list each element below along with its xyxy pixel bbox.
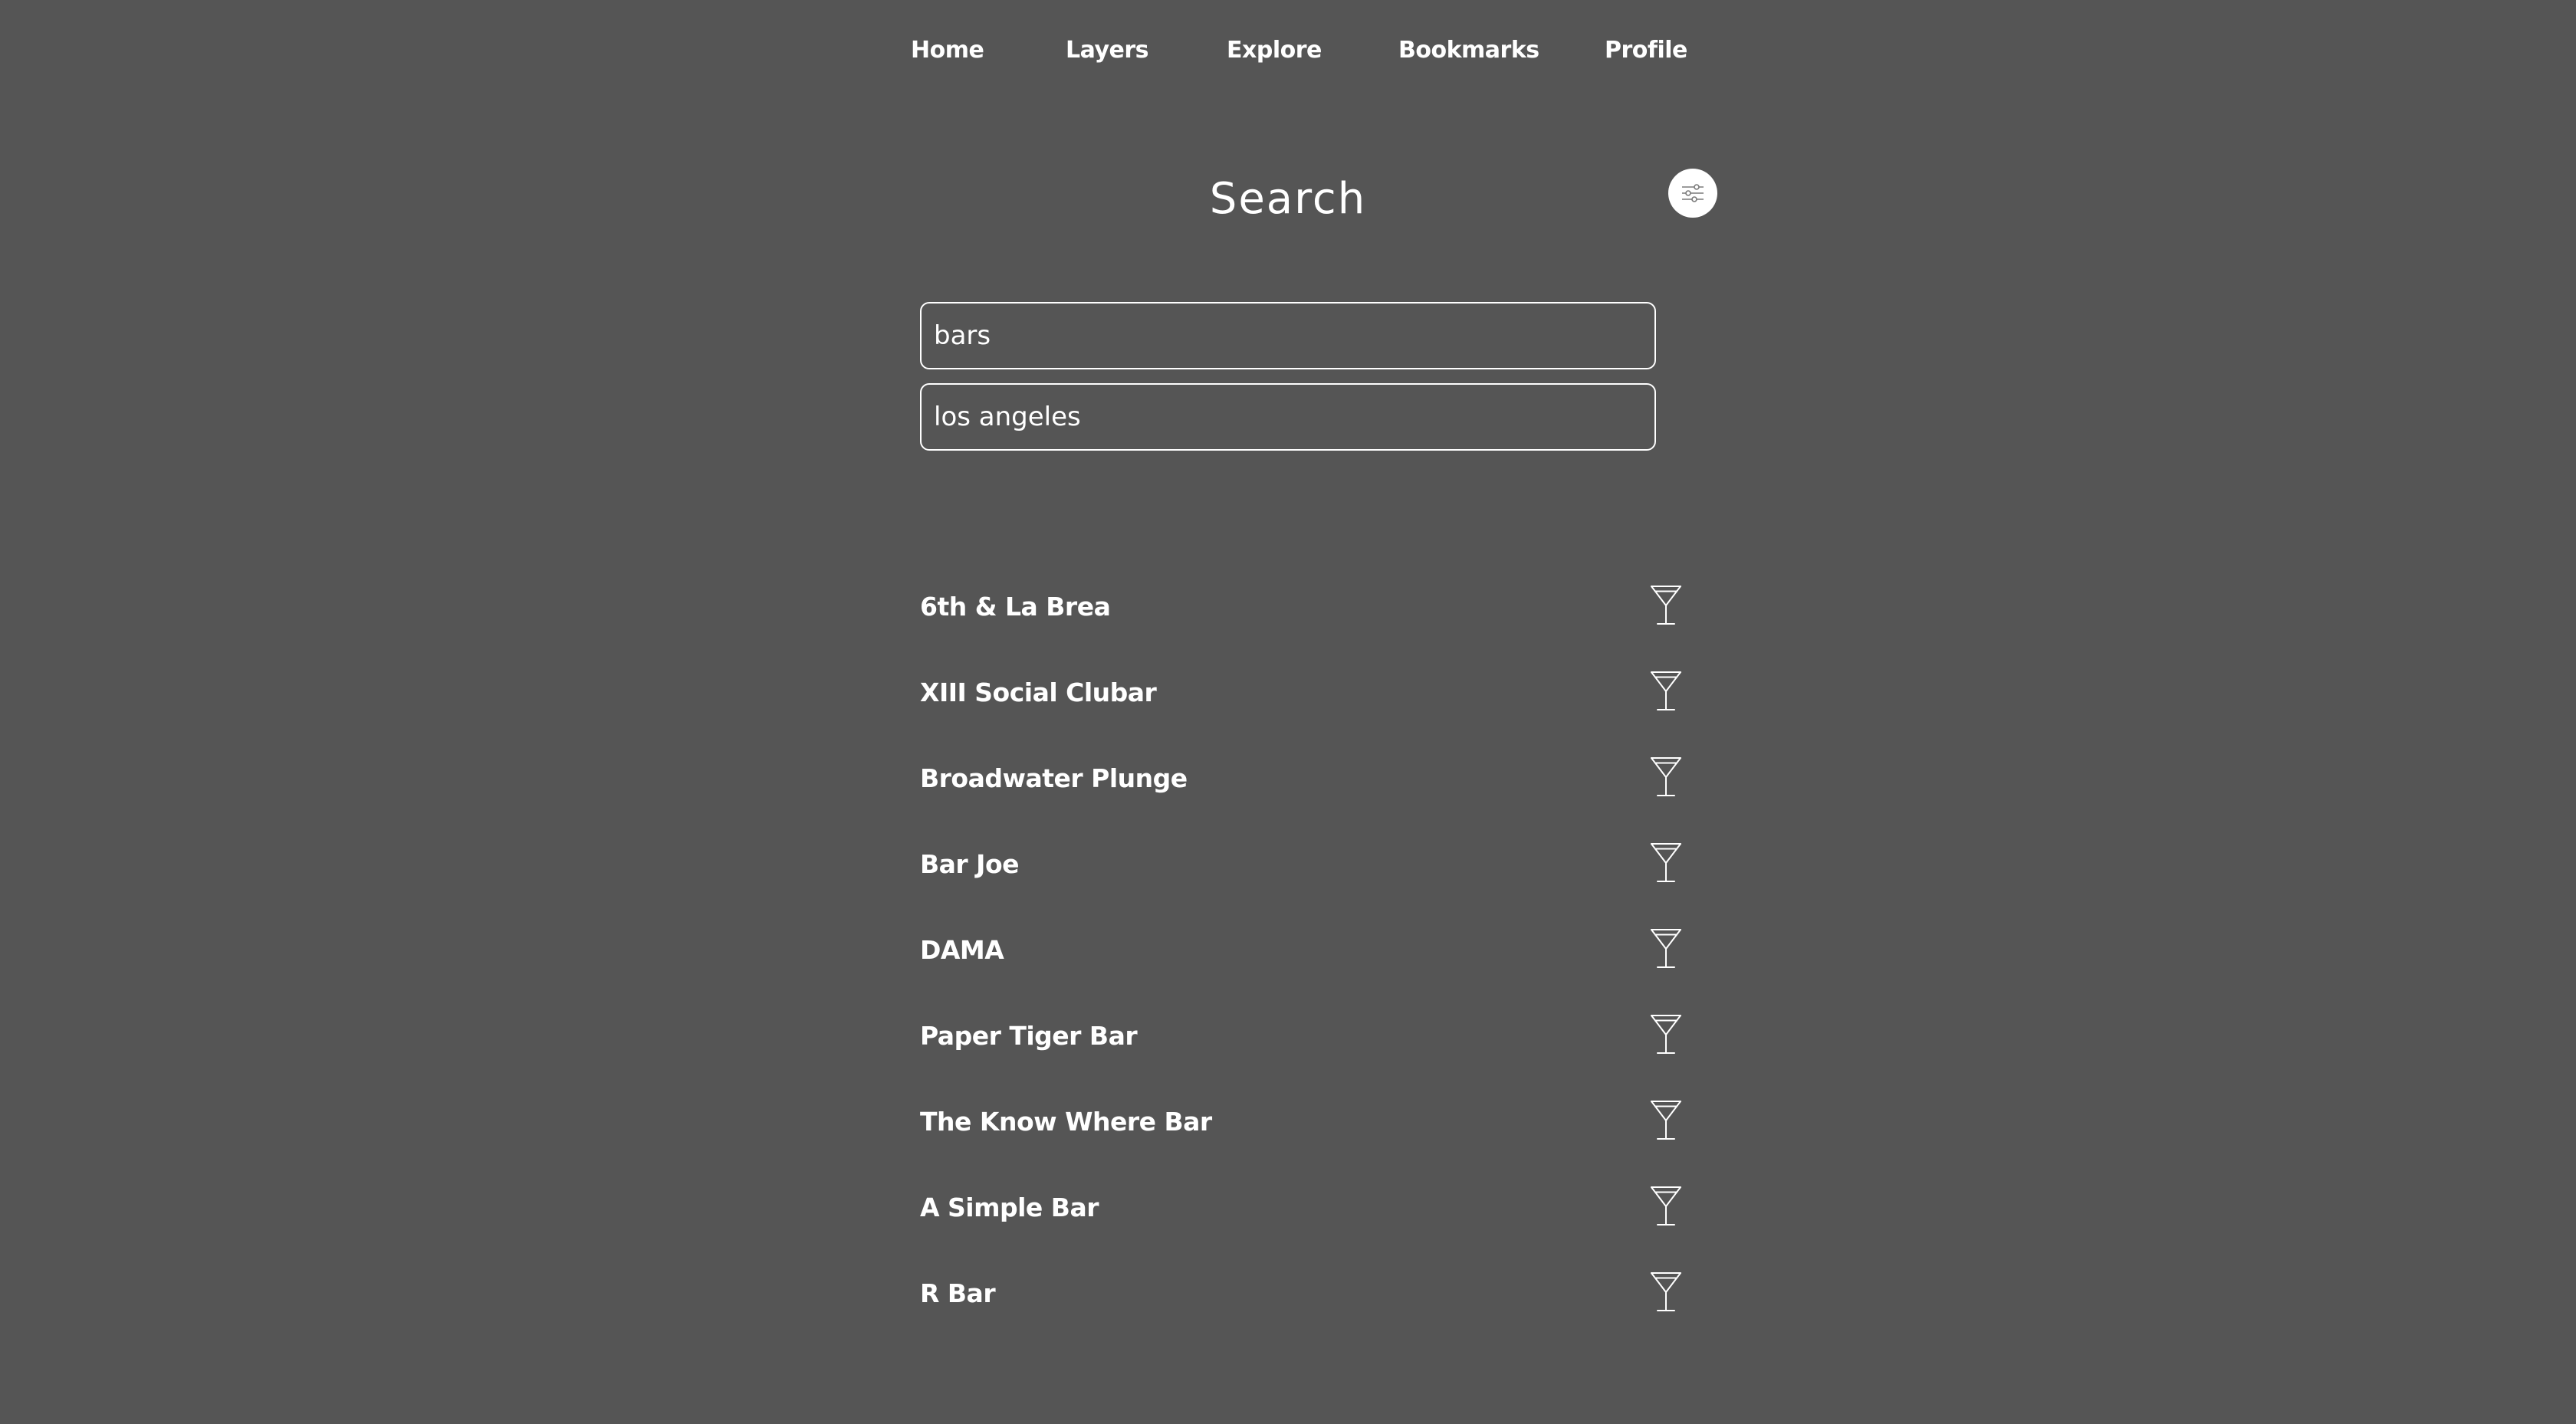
page-title: Search xyxy=(1209,174,1367,224)
sliders-icon xyxy=(1682,184,1704,202)
cocktail-glass-icon xyxy=(1651,586,1681,625)
result-item[interactable]: Broadwater Plunge xyxy=(920,748,1684,834)
nav-explore[interactable]: Explore xyxy=(1227,31,1322,71)
result-item[interactable]: XIII Social Clubar xyxy=(920,662,1684,748)
results-list: 6th & La Brea XIII Social Clubar Broadwa… xyxy=(920,576,1684,1349)
result-name: R Bar xyxy=(920,1278,996,1308)
result-item[interactable]: 6th & La Brea xyxy=(920,576,1684,662)
result-item[interactable]: DAMA xyxy=(920,920,1684,1006)
cocktail-glass-icon xyxy=(1651,1015,1681,1054)
result-item[interactable]: R Bar xyxy=(920,1263,1684,1349)
cocktail-glass-icon xyxy=(1651,1186,1681,1225)
search-page: Home Layers Explore Bookmarks Profile Se… xyxy=(0,0,2576,1424)
result-item[interactable]: The Know Where Bar xyxy=(920,1091,1684,1177)
result-name: A Simple Bar xyxy=(920,1193,1099,1222)
result-name: XIII Social Clubar xyxy=(920,678,1157,707)
search-what-input[interactable] xyxy=(920,302,1656,369)
filter-button[interactable] xyxy=(1668,169,1717,218)
result-name: Bar Joe xyxy=(920,849,1020,879)
nav-profile[interactable]: Profile xyxy=(1605,31,1687,71)
result-name: Broadwater Plunge xyxy=(920,763,1188,793)
search-where-input[interactable] xyxy=(920,383,1656,451)
result-name: 6th & La Brea xyxy=(920,592,1111,622)
result-item[interactable]: Paper Tiger Bar xyxy=(920,1006,1684,1091)
result-item[interactable]: Bar Joe xyxy=(920,834,1684,920)
cocktail-glass-icon xyxy=(1651,929,1681,968)
cocktail-glass-icon xyxy=(1651,843,1681,882)
nav-layers[interactable]: Layers xyxy=(1066,31,1149,71)
cocktail-glass-icon xyxy=(1651,671,1681,710)
cocktail-glass-icon xyxy=(1651,1272,1681,1311)
result-name: Paper Tiger Bar xyxy=(920,1021,1138,1051)
result-name: DAMA xyxy=(920,935,1004,965)
cocktail-glass-icon xyxy=(1651,757,1681,796)
nav-bookmarks[interactable]: Bookmarks xyxy=(1398,31,1539,71)
result-name: The Know Where Bar xyxy=(920,1107,1212,1137)
nav-home[interactable]: Home xyxy=(911,31,984,71)
cocktail-glass-icon xyxy=(1651,1101,1681,1140)
top-nav: Home Layers Explore Bookmarks Profile xyxy=(911,31,1687,71)
result-item[interactable]: A Simple Bar xyxy=(920,1177,1684,1263)
